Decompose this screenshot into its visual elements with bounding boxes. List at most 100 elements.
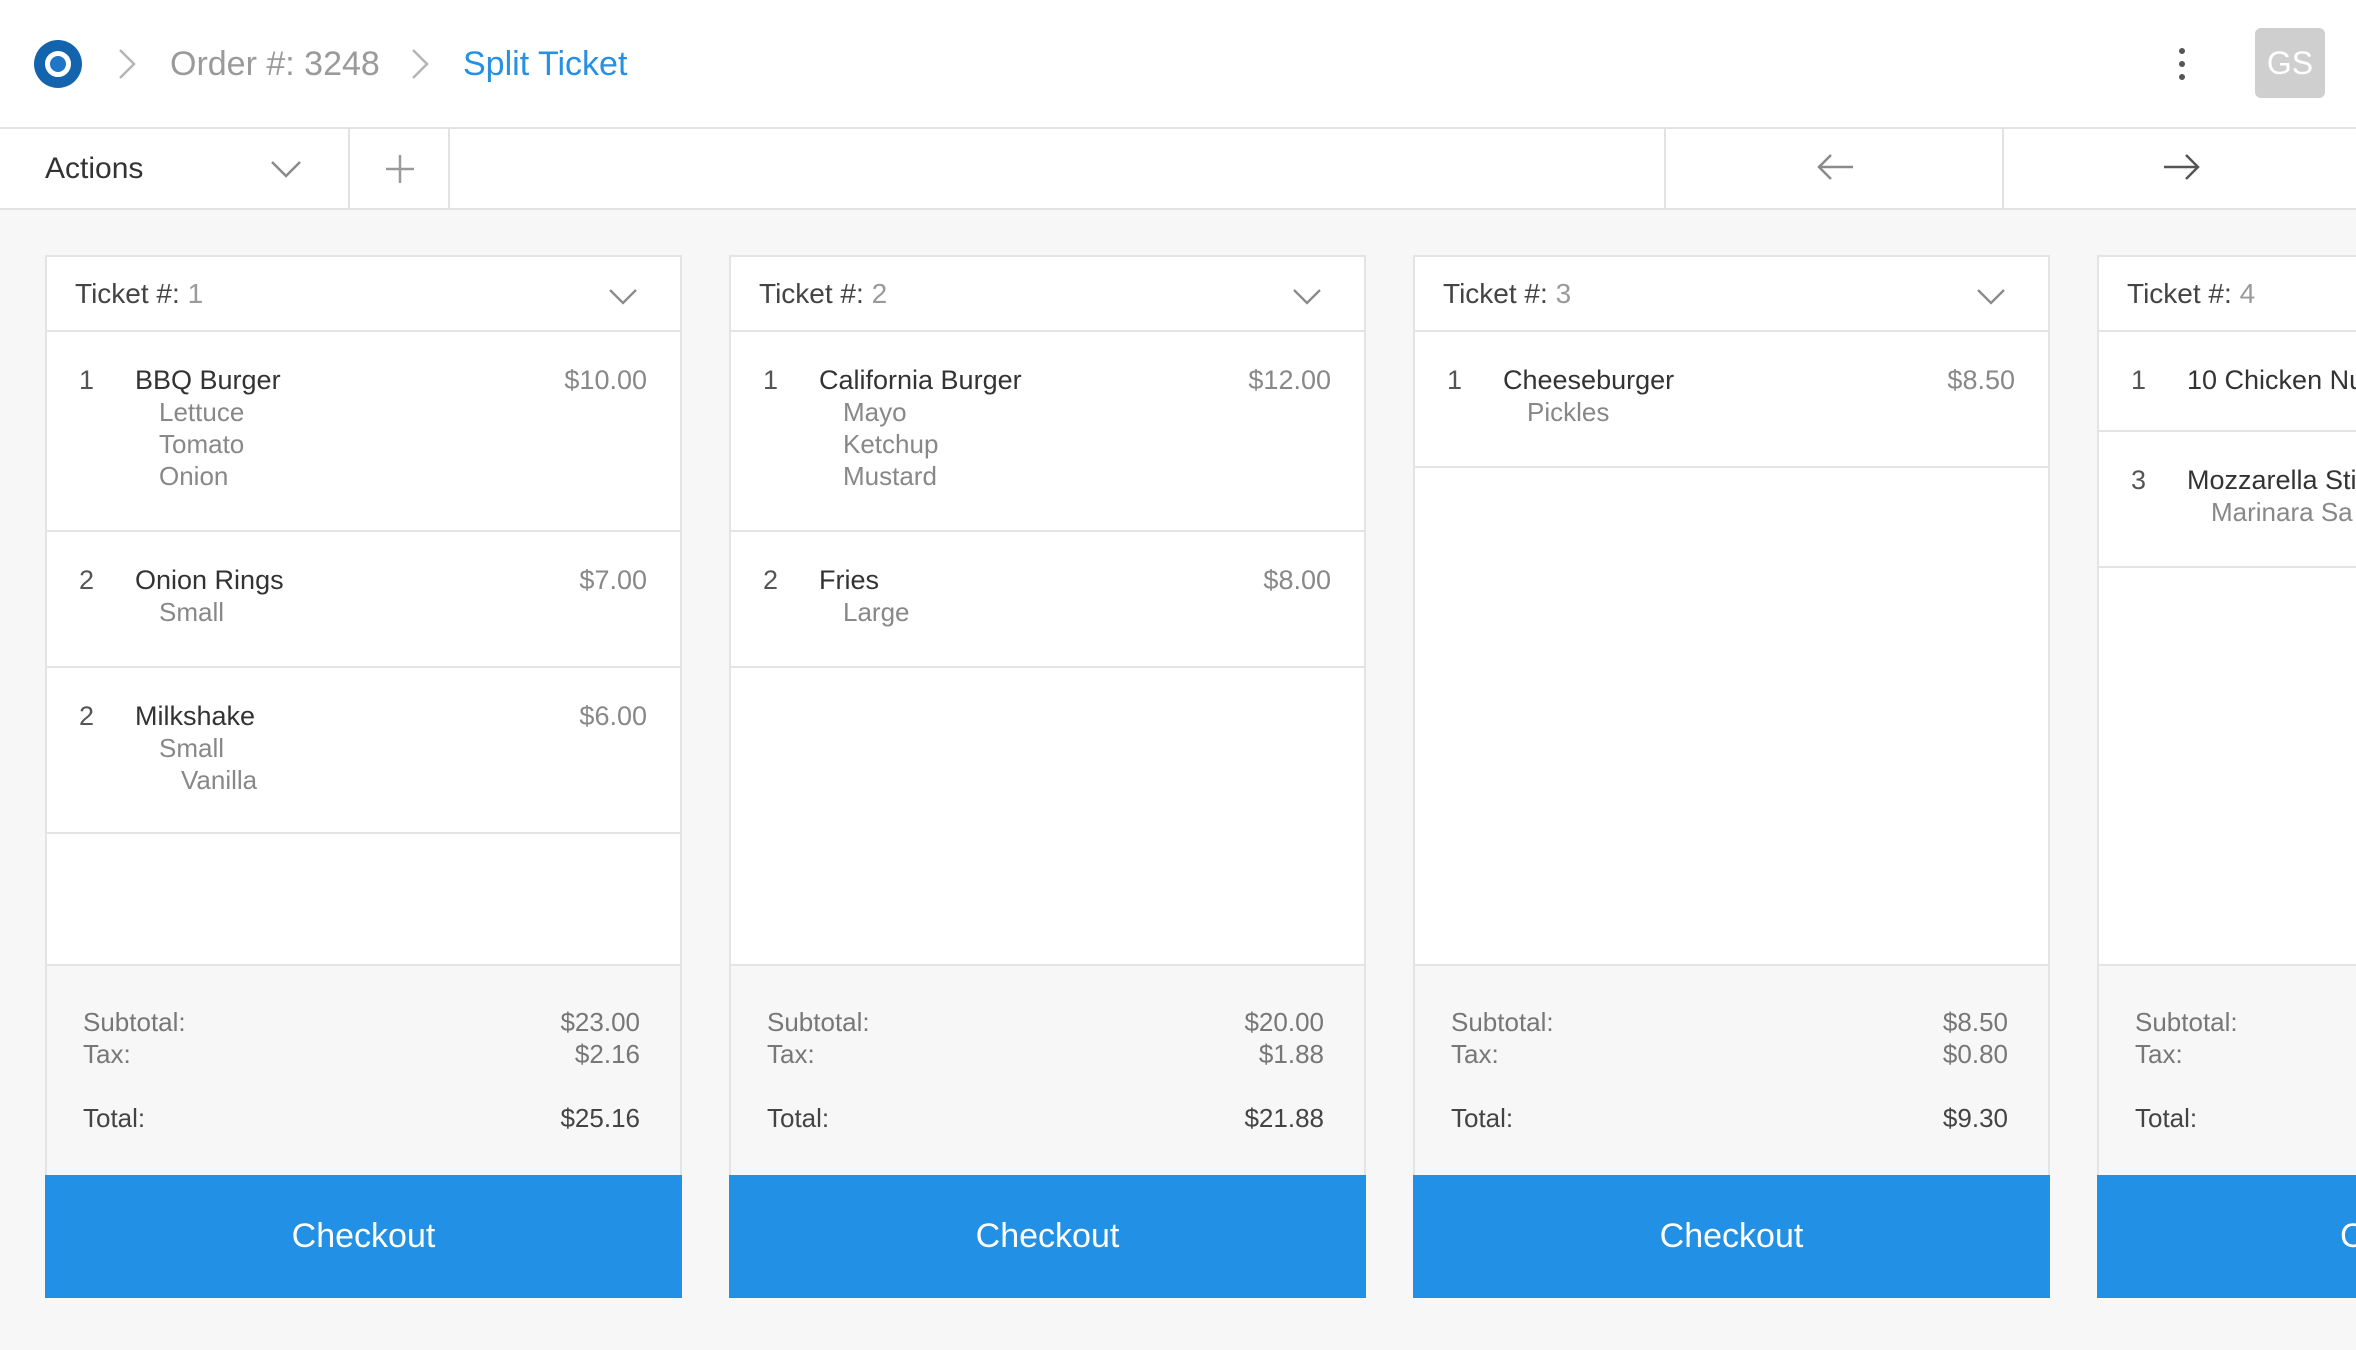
subtotal-value: $20.00 xyxy=(1244,1007,1324,1037)
ticket-label: Ticket #: xyxy=(759,278,864,309)
ticket-header[interactable]: Ticket #: 3 xyxy=(1415,257,2048,332)
item-name: Onion Rings xyxy=(135,565,284,595)
checkout-button[interactable]: Checkout xyxy=(45,1175,682,1298)
item-quantity: 1 xyxy=(2131,365,2147,395)
list-item[interactable]: 1 California Burger $12.00 Mayo Ketchup … xyxy=(731,332,1364,532)
tax-value: $2.16 xyxy=(574,1039,640,1069)
plus-icon xyxy=(386,155,414,183)
item-name: California Burger xyxy=(819,365,1022,395)
ticket-header[interactable]: Ticket #: 2 xyxy=(731,257,1364,332)
ticket-totals: Subtotal: $20.00 Tax: $1.88 Total: $21.8… xyxy=(731,964,1364,1175)
item-quantity: 2 xyxy=(79,565,95,595)
total-label: Total: xyxy=(767,1103,830,1133)
list-item[interactable]: 2 Onion Rings $7.00 Small xyxy=(47,532,680,668)
chevron-down-icon[interactable] xyxy=(1290,279,1324,313)
item-quantity: 3 xyxy=(2131,465,2147,495)
item-name: 10 Chicken Nu xyxy=(2187,365,2356,395)
tax-label: Tax: xyxy=(1451,1039,1499,1069)
item-price: $10.00 xyxy=(564,365,647,395)
item-quantity: 1 xyxy=(79,365,95,395)
actions-dropdown[interactable]: Actions xyxy=(0,129,350,208)
tax-value: $0.80 xyxy=(1942,1039,2008,1069)
arrow-left-icon xyxy=(1817,154,1853,180)
item-price: $8.50 xyxy=(1947,365,2015,395)
item-modifier: Mayo xyxy=(843,397,907,427)
list-item[interactable]: 3 Mozzarella Sti Marinara Sa xyxy=(2099,432,2356,568)
ticket-title: Ticket #: 3 xyxy=(1443,275,1571,313)
item-modifier: Onion xyxy=(159,461,229,491)
ticket-body: Ticket #: 1 1 BBQ Burger $10.00 Lettuce … xyxy=(45,255,682,1175)
subtotal-value: $23.00 xyxy=(560,1007,640,1037)
actions-label: Actions xyxy=(45,152,144,185)
logo-icon[interactable] xyxy=(34,40,82,88)
ticket-header[interactable]: Ticket #: 4 xyxy=(2099,257,2356,332)
ticket-number: 3 xyxy=(1555,278,1572,309)
tax-value: $1.88 xyxy=(1258,1039,1324,1069)
previous-ticket-button[interactable] xyxy=(1664,129,2004,208)
item-modifier: Lettuce xyxy=(159,397,245,427)
chevron-down-icon[interactable] xyxy=(1974,279,2008,313)
add-ticket-button[interactable] xyxy=(350,129,450,208)
ticket-body: Ticket #: 4 1 10 Chicken Nu 3 Mozzarella… xyxy=(2097,255,2356,1175)
subtotal-label: Subtotal: xyxy=(767,1007,870,1037)
list-item[interactable]: 2 Milkshake $6.00 Small Vanilla xyxy=(47,668,680,834)
ticket-number: 2 xyxy=(871,278,888,309)
ticket-label: Ticket #: xyxy=(75,278,180,309)
total-label: Total: xyxy=(83,1103,146,1133)
list-item[interactable]: 1 BBQ Burger $10.00 Lettuce Tomato Onion xyxy=(47,332,680,532)
ticket-card-2: Ticket #: 2 1 California Burger $12.00 M… xyxy=(729,255,1366,1298)
checkout-button[interactable]: C xyxy=(2097,1175,2356,1298)
item-modifier: Large xyxy=(843,597,910,627)
chevron-right-icon xyxy=(119,49,136,79)
item-quantity: 2 xyxy=(763,565,779,595)
list-item[interactable]: 1 10 Chicken Nu xyxy=(2099,332,2356,432)
subtotal-label: Subtotal: xyxy=(1451,1007,1554,1037)
item-modifier: Small xyxy=(159,733,225,763)
tax-label: Tax: xyxy=(2135,1039,2183,1069)
next-ticket-button[interactable] xyxy=(2006,129,2356,208)
subtotal-value: $8.50 xyxy=(1942,1007,2008,1037)
list-item[interactable]: 1 Cheeseburger $8.50 Pickles xyxy=(1415,332,2048,468)
total-value: $9.30 xyxy=(1942,1103,2008,1133)
item-name: Cheeseburger xyxy=(1503,365,1675,395)
ticket-card-3: Ticket #: 3 1 Cheeseburger $8.50 Pickles… xyxy=(1413,255,2050,1298)
avatar[interactable]: GS xyxy=(2255,28,2325,98)
tax-label: Tax: xyxy=(83,1039,131,1069)
item-modifier: Small xyxy=(159,597,225,627)
ticket-header[interactable]: Ticket #: 1 xyxy=(47,257,680,332)
ticket-clip: Ticket #: 4 1 10 Chicken Nu 3 Mozzarella… xyxy=(2097,255,2356,1298)
checkout-button[interactable]: Checkout xyxy=(1413,1175,2050,1298)
ticket-label: Ticket #: xyxy=(2127,278,2232,309)
more-vertical-icon[interactable] xyxy=(2162,44,2202,84)
breadcrumb-order[interactable]: Order #: 3248 xyxy=(170,40,380,88)
ticket-title: Ticket #: 2 xyxy=(759,275,887,313)
ticket-totals: Subtotal: Tax: Total: xyxy=(2099,964,2356,1175)
item-name: Mozzarella Sti xyxy=(2187,465,2356,495)
ticket-card-4: Ticket #: 4 1 10 Chicken Nu 3 Mozzarella… xyxy=(2097,255,2356,1298)
ticket-card-1: Ticket #: 1 1 BBQ Burger $10.00 Lettuce … xyxy=(45,255,682,1298)
checkout-button[interactable]: Checkout xyxy=(729,1175,1366,1298)
total-value: $21.88 xyxy=(1244,1103,1324,1133)
tax-label: Tax: xyxy=(767,1039,815,1069)
subtotal-label: Subtotal: xyxy=(83,1007,186,1037)
item-price: $7.00 xyxy=(579,565,647,595)
item-price: $8.00 xyxy=(1263,565,1331,595)
item-modifier: Marinara Sa xyxy=(2211,497,2353,527)
item-quantity: 1 xyxy=(763,365,779,395)
arrow-right-icon xyxy=(2164,154,2200,180)
chevron-right-icon xyxy=(412,49,429,79)
item-modifier: Tomato xyxy=(159,429,245,459)
ticket-title: Ticket #: 4 xyxy=(2127,275,2255,313)
item-modifier: Vanilla xyxy=(181,765,258,795)
total-value: $25.16 xyxy=(560,1103,640,1133)
ticket-body: Ticket #: 3 1 Cheeseburger $8.50 Pickles… xyxy=(1413,255,2050,1175)
item-name: BBQ Burger xyxy=(135,365,281,395)
ticket-number: 4 xyxy=(2239,278,2256,309)
item-price: $12.00 xyxy=(1248,365,1331,395)
chevron-down-icon[interactable] xyxy=(606,279,640,313)
ticket-label: Ticket #: xyxy=(1443,278,1548,309)
item-modifier: Pickles xyxy=(1527,397,1610,427)
list-item[interactable]: 2 Fries $8.00 Large xyxy=(731,532,1364,668)
breadcrumb-current[interactable]: Split Ticket xyxy=(463,40,627,88)
item-name: Milkshake xyxy=(135,701,256,731)
